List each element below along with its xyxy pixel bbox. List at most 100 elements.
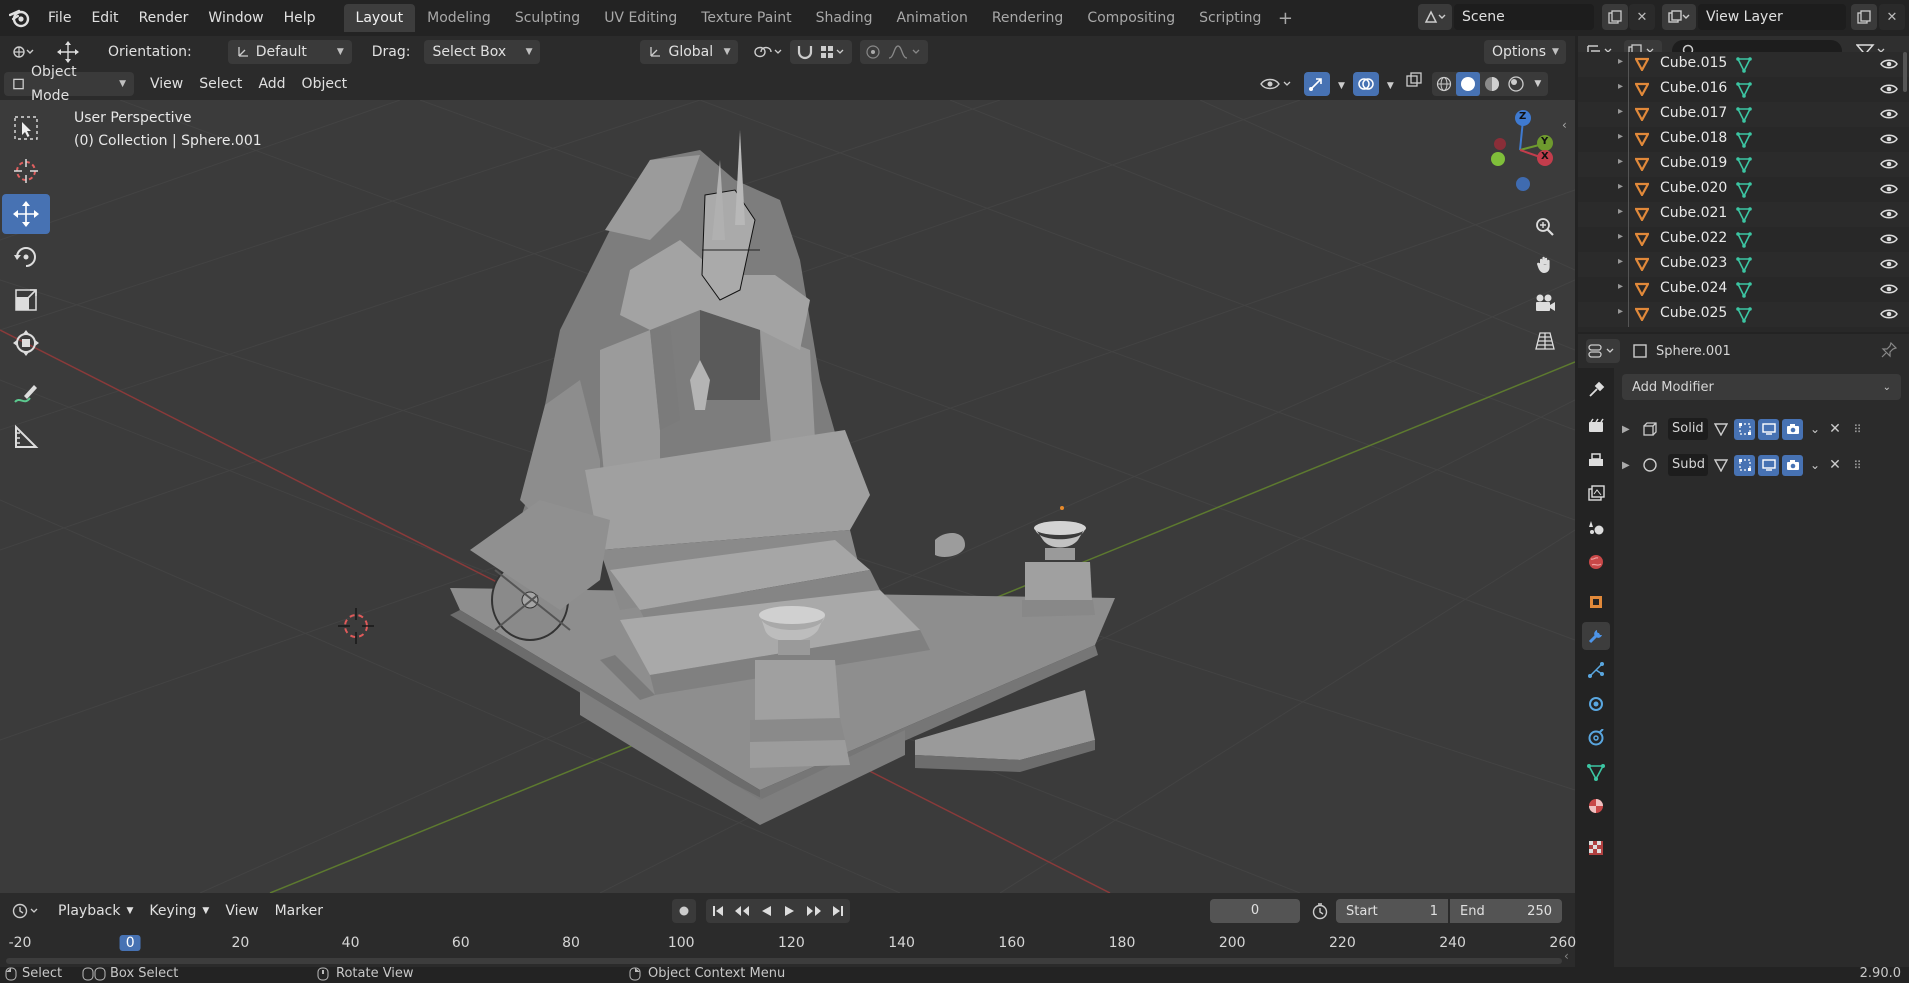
view-layer-selector-icon[interactable] (1662, 4, 1696, 30)
wireframe-shading-icon[interactable] (1432, 72, 1456, 96)
proportional-edit-toggle[interactable] (860, 40, 929, 64)
visibility-eye-icon[interactable] (1880, 108, 1898, 120)
expand-arrow-icon[interactable]: ▸ (1618, 81, 1623, 92)
perspective-grid-icon[interactable] (1528, 324, 1562, 358)
tab-texture-paint[interactable]: Texture Paint (689, 4, 803, 32)
menu-edit[interactable]: Edit (81, 5, 128, 31)
outliner-item[interactable]: ▸ Cube.020 (1578, 177, 1909, 202)
menu-select[interactable]: Select (191, 72, 250, 96)
visibility-eye-icon[interactable] (1880, 133, 1898, 145)
outliner-item[interactable]: ▸ Cube.022 (1578, 227, 1909, 252)
modifier-solidify[interactable]: ▶ Solid ⌄ ✕ ⠿ (1622, 414, 1905, 444)
move-tool[interactable] (2, 194, 50, 234)
rotate-tool[interactable] (2, 237, 50, 277)
options-dropdown[interactable]: Options ▼ (1484, 40, 1566, 64)
drag-handle-icon[interactable]: ⠿ (1846, 459, 1868, 472)
outliner-scrollbar[interactable] (1903, 52, 1907, 92)
render-tab-icon[interactable] (1582, 412, 1610, 440)
mesh-data-icon[interactable] (1736, 107, 1752, 123)
scene-name-field[interactable]: Scene (1454, 4, 1594, 30)
remove-modifier-icon[interactable]: ✕ (1824, 457, 1846, 473)
mesh-data-icon[interactable] (1736, 57, 1752, 73)
outliner-item[interactable]: ▸ Cube.016 (1578, 77, 1909, 102)
outliner-item[interactable]: ▸ Cube.019 (1578, 152, 1909, 177)
next-keyframe-icon[interactable] (802, 905, 826, 917)
mesh-data-icon[interactable] (1736, 232, 1752, 248)
properties-editor-type-icon[interactable] (1586, 339, 1620, 363)
menu-view[interactable]: View (142, 72, 191, 96)
outliner-item[interactable]: ▸ Cube.018 (1578, 127, 1909, 152)
visibility-eye-icon[interactable] (1880, 183, 1898, 195)
pivot-point-icon[interactable] (744, 40, 790, 64)
orientation-dropdown[interactable]: Default ▼ (227, 40, 352, 64)
prev-keyframe-icon[interactable] (730, 905, 754, 917)
edit-mode-cage-icon[interactable] (1710, 455, 1731, 476)
add-modifier-dropdown[interactable]: Add Modifier ⌄ (1622, 374, 1901, 400)
world-tab-icon[interactable] (1582, 548, 1610, 576)
menu-render[interactable]: Render (129, 5, 199, 31)
visibility-eye-icon[interactable] (1880, 83, 1898, 95)
visibility-eye-icon[interactable] (1880, 208, 1898, 220)
gizmo-dropdown-icon[interactable]: ▼ (1336, 72, 1347, 96)
material-shading-icon[interactable] (1480, 72, 1504, 96)
playhead-frame-indicator[interactable]: 0 (119, 935, 141, 951)
tab-sculpting[interactable]: Sculpting (503, 4, 592, 32)
menu-file[interactable]: File (38, 5, 81, 31)
render-camera-icon[interactable] (1782, 418, 1803, 440)
timeline-scrollbar[interactable] (6, 958, 1562, 964)
rendered-shading-icon[interactable] (1504, 72, 1528, 96)
keying-menu[interactable]: Keying ▼ (141, 899, 217, 923)
expand-arrow-icon[interactable]: ▸ (1618, 231, 1623, 242)
expand-arrow-icon[interactable]: ▸ (1618, 181, 1623, 192)
current-frame-field[interactable]: 0 (1210, 899, 1300, 923)
menu-help[interactable]: Help (274, 5, 326, 31)
expand-arrow-icon[interactable]: ▸ (1618, 306, 1623, 317)
tab-modeling[interactable]: Modeling (415, 4, 503, 32)
viewport-display-icon[interactable] (1758, 454, 1779, 476)
drag-handle-icon[interactable]: ⠿ (1846, 423, 1868, 436)
mesh-data-icon[interactable] (1736, 282, 1752, 298)
gizmo-toggle[interactable] (1304, 72, 1330, 96)
timeline-view-menu[interactable]: View (217, 899, 266, 923)
expand-arrow-icon[interactable]: ▸ (1618, 156, 1623, 167)
texture-tab-icon[interactable] (1582, 834, 1610, 862)
overlays-dropdown-icon[interactable]: ▼ (1385, 72, 1396, 96)
mesh-data-icon[interactable] (1736, 307, 1752, 323)
modifier-dropdown-icon[interactable]: ⌄ (1806, 422, 1824, 436)
outliner-item[interactable]: ▸ Cube.023 (1578, 252, 1909, 277)
constraints-tab-icon[interactable] (1582, 724, 1610, 752)
marker-menu[interactable]: Marker (267, 899, 331, 923)
tab-compositing[interactable]: Compositing (1075, 4, 1187, 32)
tab-uv-editing[interactable]: UV Editing (592, 4, 689, 32)
outliner-item[interactable]: ▸ Cube.021 (1578, 202, 1909, 227)
new-view-layer-icon[interactable] (1851, 4, 1877, 30)
shading-dropdown-icon[interactable]: ▼ (1528, 72, 1548, 96)
tab-animation[interactable]: Animation (884, 4, 979, 32)
outliner-item[interactable]: ▸ Cube.025 (1578, 302, 1909, 327)
start-frame-field[interactable]: Start 1 (1336, 899, 1448, 923)
view-layer-name-field[interactable]: View Layer (1698, 4, 1846, 30)
drag-dropdown[interactable]: Select Box ▼ (424, 40, 541, 64)
tab-shading[interactable]: Shading (804, 4, 885, 32)
visibility-eye-icon[interactable] (1880, 233, 1898, 245)
transform-orientation-dropdown[interactable]: Global ▼ (640, 40, 739, 64)
view-layer-tab-icon[interactable] (1582, 480, 1610, 508)
jump-end-icon[interactable] (826, 905, 850, 917)
modifier-tab-icon[interactable] (1582, 622, 1610, 650)
cursor-tool[interactable] (2, 151, 50, 191)
mesh-data-icon[interactable] (1736, 157, 1752, 173)
mesh-data-icon[interactable] (1736, 257, 1752, 273)
play-reverse-icon[interactable] (754, 905, 778, 917)
scene-tab-icon[interactable] (1582, 514, 1610, 542)
mesh-data-icon[interactable] (1736, 207, 1752, 223)
blender-logo-icon[interactable] (8, 6, 32, 30)
mesh-data-icon[interactable] (1736, 82, 1752, 98)
expand-arrow-icon[interactable]: ▸ (1618, 206, 1623, 217)
end-frame-field[interactable]: End 250 (1450, 899, 1562, 923)
viewport-display-icon[interactable] (1758, 418, 1779, 440)
outliner-item[interactable]: ▸ Cube.015 (1578, 52, 1909, 77)
edit-mode-cage-icon[interactable] (1710, 419, 1731, 440)
expand-arrow-icon[interactable]: ▸ (1618, 56, 1623, 67)
transform-tool[interactable] (2, 323, 50, 363)
modifier-name-field[interactable]: Subd (1668, 454, 1708, 476)
